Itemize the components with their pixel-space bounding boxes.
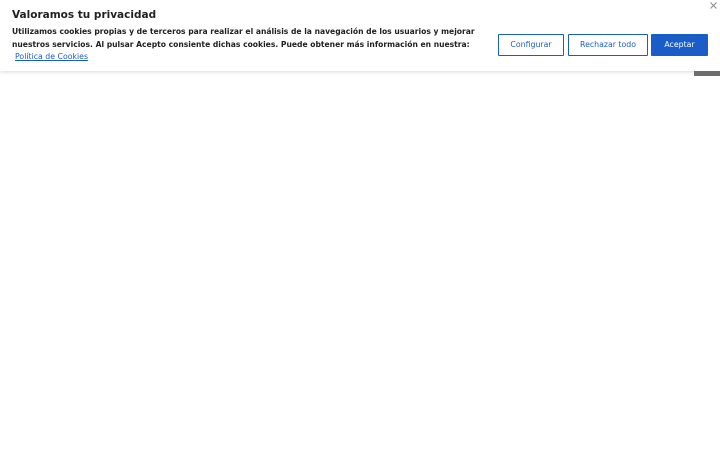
close-icon[interactable] <box>709 1 718 10</box>
cookie-consent-banner: Valoramos tu privacidad Utilizamos cooki… <box>0 0 720 71</box>
accept-button[interactable]: Aceptar <box>651 34 708 56</box>
reject-all-button[interactable]: Rechazar todo <box>568 34 648 56</box>
configure-button[interactable]: Configurar <box>498 34 564 56</box>
cookie-policy-link[interactable]: Política de Cookies <box>15 51 88 63</box>
page: Valoramos tu privacidad Utilizamos cooki… <box>0 0 720 450</box>
side-tab[interactable] <box>694 71 720 76</box>
banner-title: Valoramos tu privacidad <box>12 9 157 21</box>
banner-description: Utilizamos cookies propias y de terceros… <box>12 27 475 49</box>
